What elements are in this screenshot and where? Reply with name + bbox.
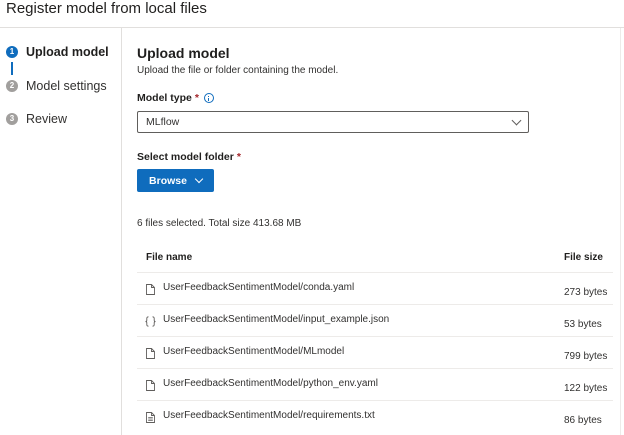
page-title: Register model from local files [6,0,207,17]
file-size: 86 bytes [564,415,602,426]
column-header-file-size[interactable]: File size [564,252,603,263]
table-row[interactable]: UserFeedbackSentimentModel/requirements.… [137,401,613,433]
title-bar: Register model from local files [0,0,624,28]
model-folder-label-text: Select model folder [137,151,234,163]
step-label: Upload model [26,45,109,59]
section-heading: Upload model [137,45,230,61]
file-name: UserFeedbackSentimentModel/conda.yaml [163,282,355,293]
table-row[interactable]: UserFeedbackSentimentModel/input_example… [137,305,613,337]
column-header-file-name[interactable]: File name [146,252,192,263]
step-number: 2 [6,80,18,92]
step-progress-line [11,62,13,75]
file-icon [146,348,155,359]
step-review[interactable]: 3 Review [6,109,67,129]
required-mark: * [194,92,199,104]
file-name: UserFeedbackSentimentModel/python_env.ya… [163,378,378,389]
model-folder-label: Select model folder * [137,151,241,163]
files-table: File name File size UserFeedbackSentimen… [137,245,613,433]
model-type-dropdown[interactable]: MLflow [137,111,529,133]
file-name: UserFeedbackSentimentModel/input_example… [163,314,390,325]
table-row[interactable]: UserFeedbackSentimentModel/MLmodel 799 b… [137,337,613,369]
step-model-settings[interactable]: 2 Model settings [6,76,107,96]
chevron-down-icon [511,115,522,126]
required-mark: * [236,151,241,163]
table-header: File name File size [137,245,613,273]
main-panel: Upload model Upload the file or folder c… [137,28,617,435]
wizard-steps: 1 Upload model 2 Model settings 3 Review [0,28,122,435]
model-type-label: Model type * [137,92,214,104]
browse-button[interactable]: Browse [137,169,214,192]
json-icon [145,316,156,327]
step-label: Review [26,112,67,126]
chevron-down-icon [194,174,204,183]
file-icon [146,380,155,391]
file-name: UserFeedbackSentimentModel/requirements.… [163,410,375,421]
file-size: 273 bytes [564,287,608,298]
info-icon[interactable] [203,93,214,103]
step-label: Model settings [26,79,107,93]
step-number: 1 [6,46,18,58]
panel-edge-divider [620,28,621,435]
table-row[interactable]: UserFeedbackSentimentModel/conda.yaml 27… [137,273,613,305]
selection-summary: 6 files selected. Total size 413.68 MB [137,218,302,229]
model-type-label-text: Model type [137,92,192,104]
step-number: 3 [6,113,18,125]
browse-button-label: Browse [149,174,187,187]
file-name: UserFeedbackSentimentModel/MLmodel [163,346,345,357]
file-icon [146,284,155,295]
file-size: 122 bytes [564,383,608,394]
file-size: 53 bytes [564,319,602,330]
table-row[interactable]: UserFeedbackSentimentModel/python_env.ya… [137,369,613,401]
step-upload-model[interactable]: 1 Upload model [6,42,109,62]
file-size: 799 bytes [564,351,608,362]
text-file-icon [146,412,155,423]
model-type-value: MLflow [146,116,180,128]
section-subtitle: Upload the file or folder containing the… [137,65,339,76]
